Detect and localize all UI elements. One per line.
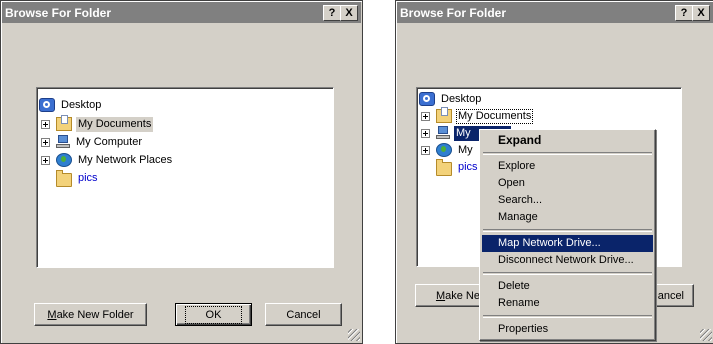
expand-plus-icon[interactable] <box>421 145 430 155</box>
tree-item-label: Desktop <box>61 98 102 111</box>
tree-item-my-computer[interactable]: My Computer <box>41 133 144 151</box>
ok-button[interactable]: OK <box>175 303 252 326</box>
tree-item-desktop[interactable]: Desktop <box>39 96 103 114</box>
browse-for-folder-dialog: Browse For Folder ? X Desktop My Documen… <box>0 0 363 344</box>
tree-item-my-network-places[interactable]: My Network Places <box>41 151 174 169</box>
title-bar[interactable]: Browse For Folder ? X <box>2 2 361 23</box>
cancel-button[interactable]: Cancel <box>265 303 342 326</box>
network-places-icon <box>56 153 72 167</box>
menu-separator <box>483 152 652 155</box>
resize-grip-icon[interactable] <box>700 329 712 341</box>
menu-item-expand[interactable]: Expand <box>482 132 653 149</box>
accelerator-letter: M <box>47 308 57 321</box>
make-new-folder-button[interactable]: Make New Folder <box>34 303 147 326</box>
dialog-title: Browse For Folder <box>5 5 112 20</box>
folder-icon <box>436 158 452 176</box>
tree-item-my-documents[interactable]: My Documents <box>421 107 534 125</box>
close-button[interactable]: X <box>692 5 710 21</box>
close-button[interactable]: X <box>340 5 358 21</box>
tree-item-pics[interactable]: pics <box>56 169 100 187</box>
tree-item-desktop[interactable]: Desktop <box>419 90 483 108</box>
menu-item-delete[interactable]: Delete <box>482 278 653 295</box>
expand-plus-icon[interactable] <box>41 137 50 147</box>
context-menu: Expand Explore Open Search... Manage Map… <box>479 129 656 341</box>
menu-item-explore[interactable]: Explore <box>482 158 653 175</box>
menu-item-open[interactable]: Open <box>482 175 653 192</box>
folder-tree[interactable]: Desktop My Documents My Computer My Netw… <box>36 87 334 268</box>
folder-documents-icon <box>56 115 72 131</box>
tree-item-my-network-places[interactable]: My <box>421 141 475 159</box>
desktop-icon <box>39 98 55 112</box>
menu-separator <box>483 229 652 232</box>
tree-item-label: My Network Places <box>78 153 173 166</box>
folder-icon <box>56 169 72 187</box>
menu-item-map-network-drive[interactable]: Map Network Drive... <box>482 235 653 252</box>
tree-item-label: My <box>458 143 473 156</box>
computer-icon <box>56 135 70 149</box>
tree-item-label: pics <box>458 160 478 173</box>
menu-item-search[interactable]: Search... <box>482 192 653 209</box>
menu-item-disconnect-network-drive[interactable]: Disconnect Network Drive... <box>482 252 653 269</box>
desktop-icon <box>419 92 435 106</box>
folder-documents-icon <box>436 107 452 123</box>
tree-item-label: My Documents <box>456 108 534 124</box>
menu-item-manage[interactable]: Manage <box>482 209 653 226</box>
button-label: ake New Folder <box>56 308 134 321</box>
expand-plus-icon[interactable] <box>421 111 430 121</box>
button-label: Cancel <box>286 308 321 321</box>
tree-item-label: My Documents <box>76 116 154 132</box>
help-button[interactable]: ? <box>323 5 341 21</box>
menu-item-properties[interactable]: Properties <box>482 321 653 338</box>
title-bar[interactable]: Browse For Folder ? X <box>397 2 713 23</box>
menu-separator <box>483 272 652 275</box>
dialog-title: Browse For Folder <box>400 5 507 20</box>
resize-grip-icon[interactable] <box>348 329 360 341</box>
menu-separator <box>483 315 652 318</box>
computer-icon <box>436 126 450 140</box>
tree-item-label: pics <box>78 171 98 184</box>
accelerator-letter: M <box>435 289 446 302</box>
network-places-icon <box>436 143 452 157</box>
tree-item-label: My Computer <box>76 135 143 148</box>
menu-item-rename[interactable]: Rename <box>482 295 653 312</box>
tree-item-pics[interactable]: pics <box>436 158 480 176</box>
help-button[interactable]: ? <box>675 5 693 21</box>
button-label: OK <box>184 305 243 324</box>
button-label: ancel <box>657 289 684 302</box>
expand-plus-icon[interactable] <box>41 155 50 165</box>
expand-plus-icon[interactable] <box>41 119 50 129</box>
expand-plus-icon[interactable] <box>421 128 430 138</box>
tree-item-label: Desktop <box>441 92 482 105</box>
tree-item-my-documents[interactable]: My Documents <box>41 115 154 133</box>
